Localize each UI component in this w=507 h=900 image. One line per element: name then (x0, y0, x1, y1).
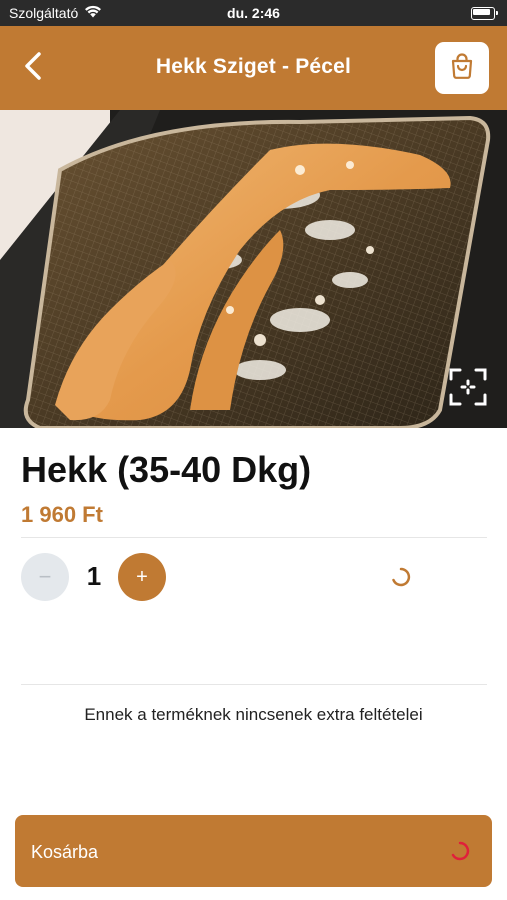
loading-spinner-icon (450, 841, 470, 861)
quantity-value: 1 (86, 561, 102, 591)
product-name: Hekk (35-40 Dkg) (21, 449, 312, 490)
page-title: Hekk Sziget - Pécel (155, 55, 352, 78)
status-time: du. 2:46 (227, 5, 280, 21)
add-to-cart-button[interactable]: Kosárba (15, 815, 492, 887)
quantity-decrease-button[interactable]: − (21, 553, 69, 601)
minus-icon: − (38, 564, 52, 589)
divider (21, 684, 487, 685)
expand-image-button[interactable] (443, 364, 493, 414)
loading-spinner-icon (391, 567, 411, 587)
divider (21, 537, 487, 538)
status-bar: Szolgáltató du. 2:46 (0, 0, 507, 26)
quantity-increase-button[interactable]: + (118, 553, 166, 601)
shopping-bag-icon (449, 52, 475, 85)
no-extras-note: Ennek a terméknek nincsenek extra feltét… (84, 705, 423, 724)
header-bar: Hekk Sziget - Pécel (0, 26, 507, 110)
expand-scan-icon (448, 367, 488, 412)
cart-button[interactable] (435, 42, 489, 94)
product-price: 1 960 Ft (21, 502, 103, 527)
product-image (0, 110, 507, 428)
add-to-cart-label: Kosárba (31, 842, 99, 862)
fried-fish-illustration (0, 110, 507, 428)
battery-icon (471, 7, 498, 20)
plus-icon: + (136, 565, 148, 588)
